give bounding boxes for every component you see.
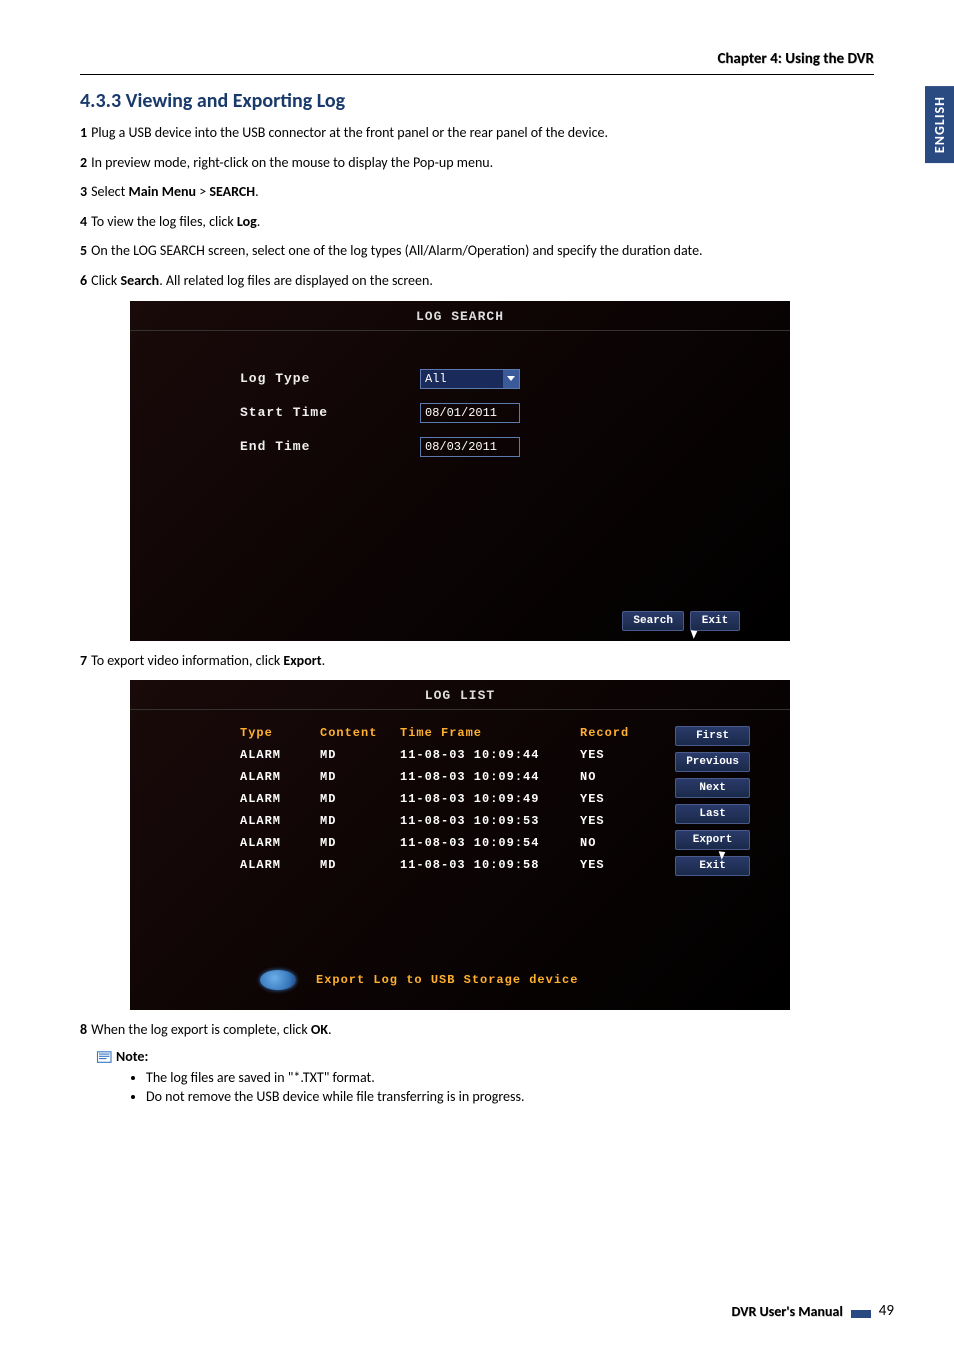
end-time-label: End Time <box>240 439 420 454</box>
page-number: 49 <box>879 1302 894 1320</box>
col-type: Type <box>240 726 320 740</box>
search-button[interactable]: Search <box>622 611 684 631</box>
language-tab: ENGLISH <box>925 86 954 163</box>
log-list-screen: LOG LIST Type Content Time Frame Record … <box>130 680 790 1010</box>
table-row[interactable]: ALARMMD11-08-03 10:09:58YES <box>240 858 667 872</box>
table-row[interactable]: ALARMMD11-08-03 10:09:53YES <box>240 814 667 828</box>
list-item: The log files are saved in "*.TXT" forma… <box>146 1069 874 1086</box>
step-7: 7To export video information, click Expo… <box>80 651 874 671</box>
note-block: Note: The log files are saved in "*.TXT"… <box>96 1048 874 1105</box>
log-table: Type Content Time Frame Record ALARMMD11… <box>240 726 667 880</box>
col-record: Record <box>580 726 650 740</box>
last-button[interactable]: Last <box>675 804 750 824</box>
start-time-label: Start Time <box>240 405 420 420</box>
table-row[interactable]: ALARMMD11-08-03 10:09:44NO <box>240 770 667 784</box>
step-5: 5On the LOG SEARCH screen, select one of… <box>80 241 874 261</box>
start-time-input[interactable]: 08/01/2011 <box>420 403 520 423</box>
previous-button[interactable]: Previous <box>675 752 750 772</box>
col-time: Time Frame <box>400 726 580 740</box>
footer-bar-icon <box>851 1310 871 1318</box>
chapter-header: Chapter 4: Using the DVR <box>80 50 874 75</box>
next-button[interactable]: Next <box>675 778 750 798</box>
step-1: 1Plug a USB device into the USB connecto… <box>80 123 874 143</box>
log-list-title: LOG LIST <box>130 680 790 710</box>
table-row[interactable]: ALARMMD11-08-03 10:09:49YES <box>240 792 667 806</box>
section-title: 4.3.3 Viewing and Exporting Log <box>80 89 874 113</box>
step-6: 6Click Search. All related log files are… <box>80 271 874 291</box>
first-button[interactable]: First <box>675 726 750 746</box>
step-2: 2In preview mode, right-click on the mou… <box>80 153 874 173</box>
exit-button[interactable]: Exit <box>675 856 750 876</box>
table-row[interactable]: ALARMMD11-08-03 10:09:54NO <box>240 836 667 850</box>
chevron-down-icon[interactable] <box>503 370 519 388</box>
log-search-screen: LOG SEARCH Log Type All Start Time 08/01… <box>130 301 790 641</box>
progress-icon <box>260 970 296 990</box>
export-status-text: Export Log to USB Storage device <box>316 973 578 987</box>
log-type-select[interactable]: All <box>420 369 520 389</box>
exit-button[interactable]: Exit <box>690 611 740 631</box>
footer-manual: DVR User's Manual <box>80 1303 843 1320</box>
step-8: 8When the log export is complete, click … <box>80 1020 874 1040</box>
note-icon <box>96 1050 114 1064</box>
export-button[interactable]: Export <box>675 830 750 850</box>
log-search-title: LOG SEARCH <box>130 301 790 331</box>
log-type-label: Log Type <box>240 371 420 386</box>
table-row[interactable]: ALARMMD11-08-03 10:09:44YES <box>240 748 667 762</box>
col-content: Content <box>320 726 400 740</box>
step-4: 4To view the log files, click Log. <box>80 212 874 232</box>
end-time-input[interactable]: 08/03/2011 <box>420 437 520 457</box>
list-item: Do not remove the USB device while file … <box>146 1088 874 1105</box>
step-3: 3Select Main Menu > SEARCH. <box>80 182 874 202</box>
